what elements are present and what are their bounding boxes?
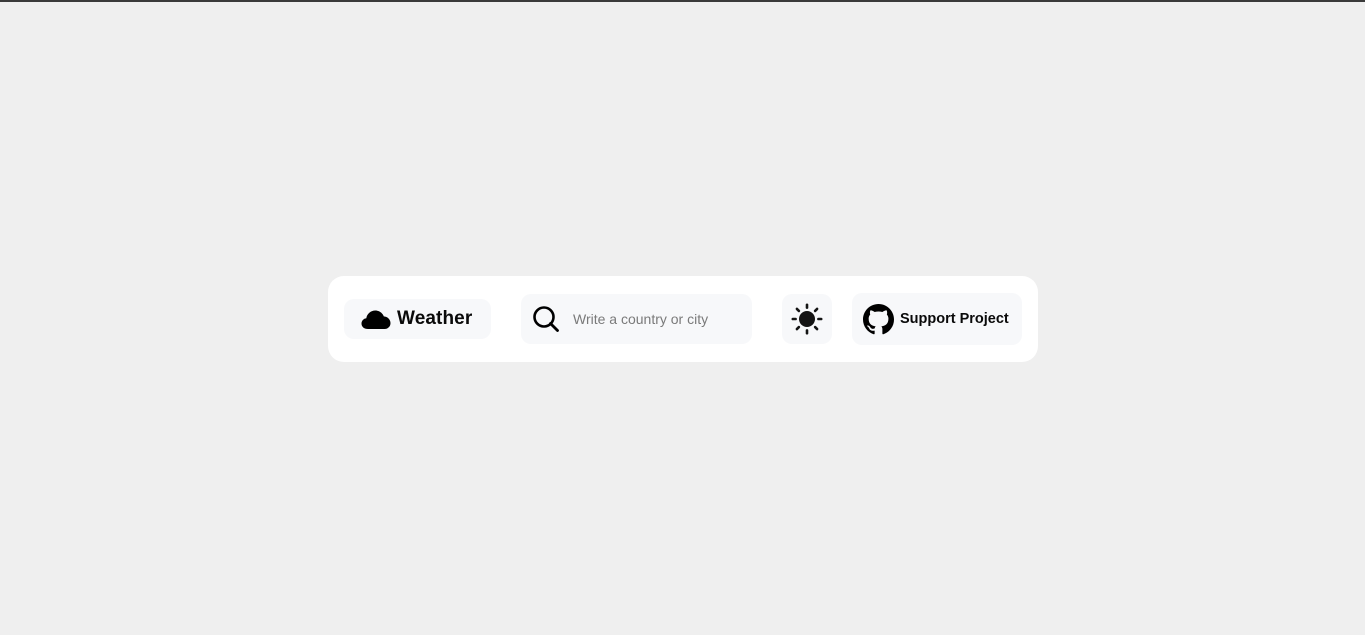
github-icon: [863, 303, 894, 334]
header-toolbar: Weather Support Project: [328, 276, 1038, 362]
sun-icon: [791, 303, 823, 335]
brand-title: Weather: [397, 308, 473, 329]
cloud-icon: [361, 310, 391, 329]
search-icon: [533, 306, 559, 332]
theme-toggle-button[interactable]: [782, 294, 832, 344]
support-project-label: Support Project: [900, 311, 1009, 327]
search-input[interactable]: [573, 307, 733, 331]
search-box: [521, 294, 752, 344]
brand-logo-button[interactable]: Weather: [344, 299, 491, 339]
support-project-button[interactable]: Support Project: [852, 293, 1022, 345]
